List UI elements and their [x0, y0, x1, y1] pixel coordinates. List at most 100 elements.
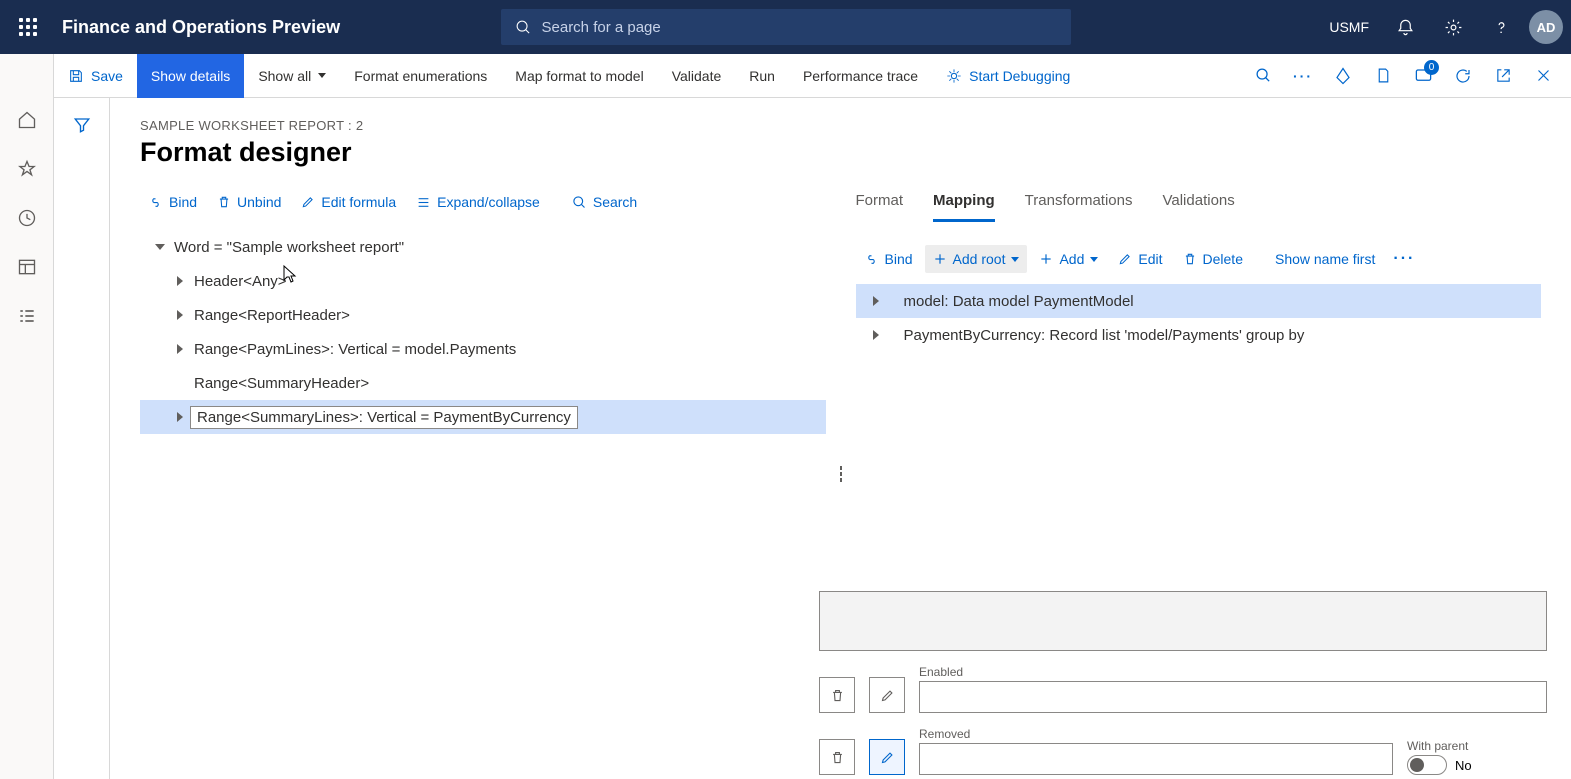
unbind-button[interactable]: Unbind — [209, 188, 289, 216]
run-button[interactable]: Run — [735, 54, 789, 98]
properties-pane: Enabled Removed With parent No — [819, 591, 1547, 775]
add-root-button[interactable]: Add root — [925, 245, 1028, 273]
trash-icon — [830, 749, 845, 766]
caret-icon[interactable] — [150, 244, 170, 250]
format-toolbar: Bind Unbind Edit formula Expand/collapse… — [140, 188, 826, 216]
popout-icon[interactable] — [1485, 58, 1521, 94]
plus-icon — [1039, 252, 1053, 266]
map-format-button[interactable]: Map format to model — [501, 54, 657, 98]
user-avatar[interactable]: AD — [1529, 10, 1563, 44]
mapping-tabs: Format Mapping Transformations Validatio… — [856, 188, 1542, 222]
edit-enabled-button[interactable] — [869, 677, 905, 713]
tree-node-model[interactable]: model: Data model PaymentModel — [856, 284, 1542, 318]
mapping-bind-button[interactable]: Bind — [856, 245, 921, 273]
workspaces-icon[interactable] — [17, 257, 37, 282]
chevron-down-icon — [1011, 257, 1019, 262]
add-button[interactable]: Add — [1031, 245, 1106, 273]
search-icon — [572, 195, 587, 210]
caret-icon[interactable] — [170, 310, 190, 320]
page-title: Format designer — [140, 137, 1541, 168]
app-launcher-icon[interactable] — [8, 7, 48, 47]
debug-icon — [946, 68, 962, 84]
enabled-label: Enabled — [919, 665, 1547, 679]
link-icon — [864, 252, 879, 267]
tree-search-button[interactable]: Search — [564, 188, 645, 216]
caret-icon[interactable] — [170, 276, 190, 286]
chevron-down-icon — [318, 73, 326, 78]
tree-node-paymentbycurrency[interactable]: PaymentByCurrency: Record list 'model/Pa… — [856, 318, 1542, 352]
filter-pane — [54, 98, 110, 779]
bind-button[interactable]: Bind — [140, 188, 205, 216]
save-button[interactable]: Save — [54, 54, 137, 98]
tree-node-word[interactable]: Word = "Sample worksheet report" — [140, 230, 826, 264]
main-content: SAMPLE WORKSHEET REPORT : 2 Format desig… — [110, 98, 1571, 779]
clear-removed-button[interactable] — [819, 739, 855, 775]
trash-icon — [217, 194, 231, 210]
format-tree: Word = "Sample worksheet report" Header<… — [140, 230, 826, 434]
trash-icon — [1183, 251, 1197, 267]
left-nav-rail — [0, 54, 54, 779]
removed-label: Removed — [919, 727, 1393, 741]
pencil-icon — [1118, 252, 1132, 266]
expand-collapse-button[interactable]: Expand/collapse — [408, 188, 548, 216]
splitter-handle[interactable] — [840, 464, 842, 484]
search-action-icon[interactable] — [1245, 58, 1281, 94]
tree-node-paymlines[interactable]: Range<PaymLines>: Vertical = model.Payme… — [140, 332, 826, 366]
refresh-icon[interactable] — [1445, 58, 1481, 94]
mapping-overflow-icon[interactable]: ··· — [1387, 244, 1421, 274]
caret-icon[interactable] — [170, 412, 190, 422]
settings-icon[interactable] — [1433, 7, 1473, 47]
office-icon[interactable] — [1365, 58, 1401, 94]
mapping-tree: model: Data model PaymentModel PaymentBy… — [856, 284, 1542, 352]
delete-button[interactable]: Delete — [1175, 245, 1251, 273]
show-name-first-button[interactable]: Show name first — [1267, 245, 1383, 273]
messages-icon[interactable]: 0 — [1405, 58, 1441, 94]
top-navbar: Finance and Operations Preview Search fo… — [0, 0, 1571, 54]
favorites-icon[interactable] — [17, 159, 37, 184]
removed-input[interactable] — [919, 743, 1393, 775]
caret-icon[interactable] — [170, 344, 190, 354]
plus-icon — [933, 252, 947, 266]
search-placeholder: Search for a page — [542, 19, 661, 36]
pencil-icon — [880, 688, 895, 703]
clear-enabled-button[interactable] — [819, 677, 855, 713]
edit-formula-button[interactable]: Edit formula — [293, 188, 404, 216]
attachments-icon[interactable] — [1325, 58, 1361, 94]
pencil-icon — [880, 750, 895, 765]
tree-node-reportheader[interactable]: Range<ReportHeader> — [140, 298, 826, 332]
global-search[interactable]: Search for a page — [501, 9, 1071, 45]
recent-icon[interactable] — [17, 208, 37, 233]
modules-icon[interactable] — [17, 306, 37, 331]
tree-node-summaryheader[interactable]: Range<SummaryHeader> — [140, 366, 826, 400]
format-panel: Bind Unbind Edit formula Expand/collapse… — [140, 188, 826, 759]
close-icon[interactable] — [1525, 58, 1561, 94]
show-details-button[interactable]: Show details — [137, 54, 244, 98]
tab-validations[interactable]: Validations — [1162, 188, 1234, 222]
tab-transformations[interactable]: Transformations — [1025, 188, 1133, 222]
enabled-input[interactable] — [919, 681, 1547, 713]
start-debugging-button[interactable]: Start Debugging — [932, 54, 1084, 98]
edit-button[interactable]: Edit — [1110, 245, 1170, 273]
mapping-toolbar: Bind Add root Add Edit Delete Show name … — [856, 244, 1542, 274]
tree-node-header[interactable]: Header<Any> — [140, 264, 826, 298]
filter-icon[interactable] — [73, 116, 91, 779]
tab-mapping[interactable]: Mapping — [933, 188, 995, 222]
with-parent-toggle[interactable] — [1407, 755, 1447, 775]
format-enumerations-button[interactable]: Format enumerations — [340, 54, 501, 98]
help-icon[interactable] — [1481, 7, 1521, 47]
validate-button[interactable]: Validate — [658, 54, 736, 98]
home-icon[interactable] — [17, 110, 37, 135]
edit-removed-button[interactable] — [869, 739, 905, 775]
formula-box[interactable] — [819, 591, 1547, 651]
show-all-button[interactable]: Show all — [244, 54, 340, 98]
performance-trace-button[interactable]: Performance trace — [789, 54, 932, 98]
save-icon — [68, 68, 84, 84]
tree-node-summarylines[interactable]: Range<SummaryLines>: Vertical = PaymentB… — [140, 400, 826, 434]
caret-icon[interactable] — [866, 296, 886, 306]
tab-format[interactable]: Format — [856, 188, 904, 222]
with-parent-label: With parent — [1407, 739, 1547, 753]
notifications-icon[interactable] — [1385, 7, 1425, 47]
caret-icon[interactable] — [866, 330, 886, 340]
more-actions-icon[interactable]: ··· — [1285, 58, 1321, 94]
company-code[interactable]: USMF — [1321, 19, 1377, 35]
